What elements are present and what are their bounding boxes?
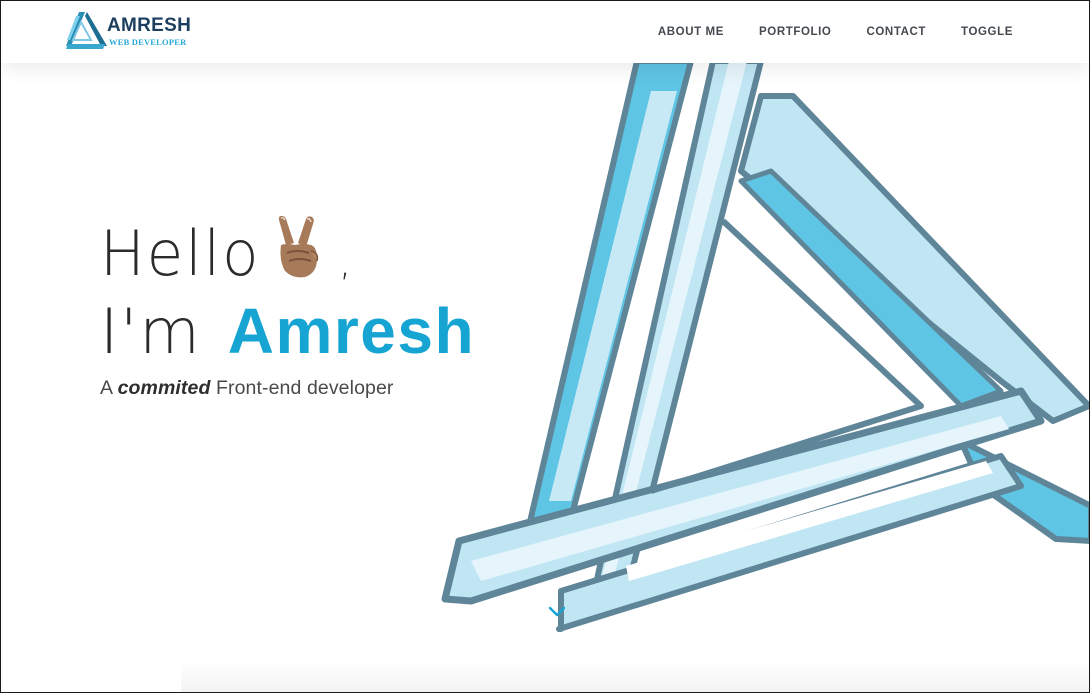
tagline-suffix: Front-end developer [210,377,394,399]
im-text: I'm [100,295,202,368]
triangle-logo-icon [66,12,107,49]
hero-intro: Hello , I'm Amresh A commited Front-end … [100,209,475,400]
intro-line: I'm Amresh [100,299,475,363]
section-bottom-shadow [181,661,1089,692]
greeting-comma: , [339,240,352,284]
brand-tagline: WEB DEVELOPER [109,37,187,47]
hero-tagline: A commited Front-end developer [100,377,475,400]
nav-link-contact[interactable]: CONTACT [866,26,926,38]
impossible-triangle-graphic [441,61,1089,632]
tagline-emphasis: commited [117,377,211,399]
brand-logo[interactable]: AMRESH WEB DEVELOPER [65,10,192,52]
nav-link-portfolio[interactable]: PORTFOLIO [759,26,831,38]
hero-name: Amresh [227,295,476,367]
tagline-prefix: A [100,377,118,399]
page-frame: AMRESH WEB DEVELOPER ABOUT ME PORTFOLIO … [0,0,1090,693]
brand-name: AMRESH [107,15,192,36]
chevron-down-icon[interactable] [547,605,567,619]
nav-link-about-me[interactable]: ABOUT ME [658,26,724,38]
greeting-line: Hello , [100,209,475,305]
peace-hand-icon [278,215,319,278]
nav-links: ABOUT ME PORTFOLIO CONTACT TOGGLE [623,1,1013,63]
hello-text: Hello [100,217,261,290]
nav-link-toggle[interactable]: TOGGLE [961,26,1013,38]
navbar: AMRESH WEB DEVELOPER ABOUT ME PORTFOLIO … [1,1,1089,63]
